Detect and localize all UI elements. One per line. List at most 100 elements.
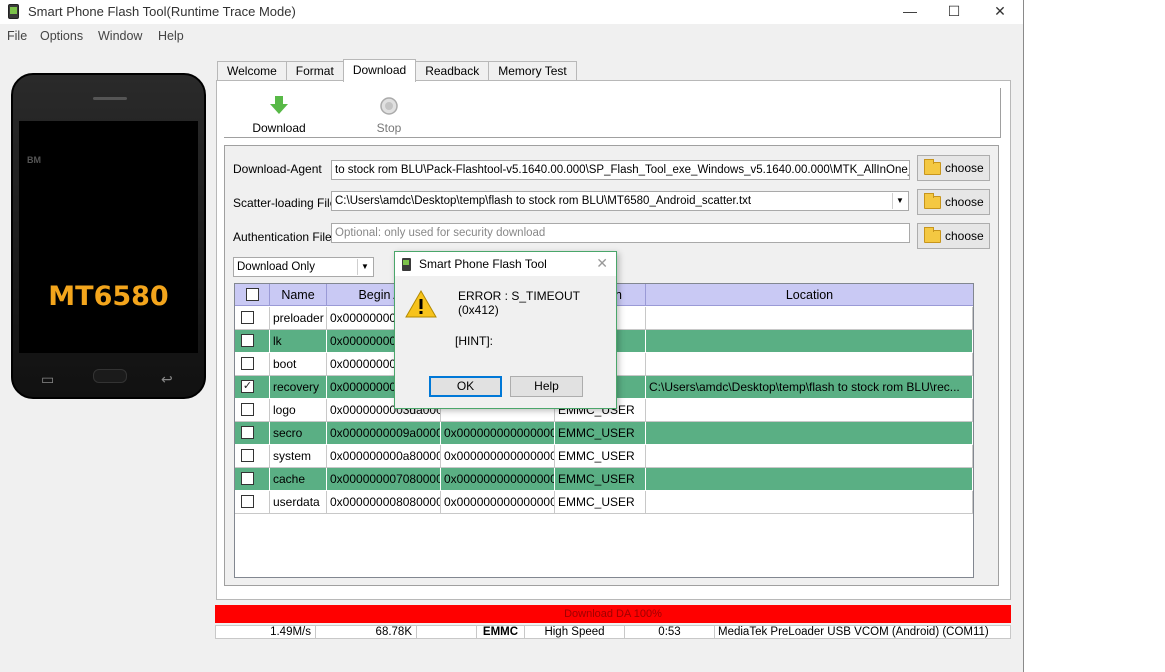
table-row[interactable]: secro 0x0000000009a00000 0x000000000000000… bbox=[235, 422, 973, 445]
status-bar: 1.49M/s 68.78K EMMC High Speed 0:53 Medi… bbox=[215, 625, 1011, 639]
chevron-down-icon[interactable]: ▼ bbox=[357, 259, 372, 275]
begin-address-cell: 0x0000000070800000 bbox=[327, 468, 441, 491]
status-port: MediaTek PreLoader USB VCOM (Android) (C… bbox=[718, 626, 989, 638]
folder-icon bbox=[924, 159, 941, 175]
download-mode-select[interactable]: Download Only ▼ bbox=[233, 257, 374, 277]
back-key-icon: ↩ bbox=[161, 371, 173, 387]
toolbar bbox=[224, 88, 1001, 138]
name-cell: boot bbox=[270, 353, 327, 376]
name-cell: logo bbox=[270, 399, 327, 422]
location-cell bbox=[646, 445, 973, 468]
home-key-icon bbox=[93, 369, 127, 383]
region-cell: EMMC_USER bbox=[555, 468, 646, 491]
title-bar: Smart Phone Flash Tool(Runtime Trace Mod… bbox=[0, 0, 1023, 24]
row-checkbox[interactable] bbox=[241, 495, 254, 508]
app-icon bbox=[402, 258, 411, 271]
download-agent-field[interactable]: to stock rom BLU\Pack-Flashtool-v5.1640.… bbox=[331, 160, 910, 180]
location-cell bbox=[646, 307, 973, 330]
chevron-down-icon[interactable]: ▼ bbox=[892, 193, 907, 209]
tab-format[interactable]: Format bbox=[285, 61, 344, 82]
choose-label: choose bbox=[945, 161, 984, 175]
menu-options[interactable]: Options bbox=[40, 29, 83, 43]
status-spacer bbox=[417, 626, 477, 638]
menu-file[interactable]: File bbox=[7, 29, 27, 43]
table-row[interactable]: system 0x000000000a800000 0x00000000000000… bbox=[235, 445, 973, 468]
download-button[interactable]: Download bbox=[250, 95, 308, 135]
end-address-cell: 0x0000000000000000 bbox=[441, 468, 555, 491]
download-arrow-icon bbox=[270, 96, 288, 114]
stop-button[interactable]: Stop bbox=[369, 96, 409, 135]
stop-button-label: Stop bbox=[376, 121, 402, 135]
checkbox-cell bbox=[235, 445, 270, 468]
header-name: Name bbox=[270, 284, 327, 306]
auth-file-label: Authentication File bbox=[233, 230, 332, 244]
row-checkbox[interactable] bbox=[241, 472, 254, 485]
row-checkbox[interactable] bbox=[241, 311, 254, 324]
tab-readback[interactable]: Readback bbox=[415, 61, 490, 82]
dialog-title-bar: Smart Phone Flash Tool ✕ bbox=[395, 252, 616, 276]
row-checkbox[interactable] bbox=[241, 449, 254, 462]
end-address-cell: 0x0000000000000000 bbox=[441, 445, 555, 468]
tab-welcome[interactable]: Welcome bbox=[217, 61, 287, 82]
name-cell: userdata bbox=[270, 491, 327, 514]
select-all-header bbox=[235, 284, 270, 306]
scatter-file-select[interactable]: C:\Users\amdc\Desktop\temp\flash to stoc… bbox=[331, 191, 909, 211]
table-row[interactable]: userdata 0x0000000080800000 0x000000000000… bbox=[235, 491, 973, 514]
tab-bar: Welcome Format Download Readback Memory … bbox=[217, 59, 577, 82]
choose-label: choose bbox=[945, 229, 984, 243]
row-checkbox[interactable]: ✓ bbox=[241, 380, 254, 393]
row-checkbox[interactable] bbox=[241, 357, 254, 370]
minimize-button[interactable]: — bbox=[887, 0, 933, 22]
status-storage: EMMC bbox=[477, 626, 525, 638]
close-button[interactable]: ✕ bbox=[977, 0, 1023, 22]
name-cell: recovery bbox=[270, 376, 327, 399]
name-cell: lk bbox=[270, 330, 327, 353]
tab-memory-test[interactable]: Memory Test bbox=[488, 61, 577, 82]
choose-scatter-button[interactable]: choose bbox=[917, 189, 990, 215]
choose-download-agent-button[interactable]: choose bbox=[917, 155, 990, 181]
progress-label: Download DA 100% bbox=[564, 608, 662, 620]
help-button[interactable]: Help bbox=[510, 376, 583, 397]
name-cell: cache bbox=[270, 468, 327, 491]
phone-screen: BM MT6580 bbox=[19, 121, 198, 353]
row-checkbox[interactable] bbox=[241, 403, 254, 416]
name-cell: secro bbox=[270, 422, 327, 445]
table-row[interactable]: cache 0x0000000070800000 0x000000000000000… bbox=[235, 468, 973, 491]
status-speed: 1.49M/s bbox=[216, 626, 316, 638]
hint-text: [HINT]: bbox=[455, 334, 493, 348]
end-address-cell: 0x0000000000000000 bbox=[441, 491, 555, 514]
select-all-checkbox[interactable] bbox=[246, 288, 259, 301]
checkbox-cell bbox=[235, 307, 270, 330]
warning-icon bbox=[405, 290, 437, 318]
download-agent-label: Download-Agent bbox=[233, 162, 322, 176]
choose-auth-button[interactable]: choose bbox=[917, 223, 990, 249]
checkbox-cell bbox=[235, 422, 270, 445]
menu-key-icon: ▭ bbox=[41, 371, 55, 387]
main-window: Smart Phone Flash Tool(Runtime Trace Mod… bbox=[0, 0, 1024, 672]
row-checkbox[interactable] bbox=[241, 426, 254, 439]
folder-icon bbox=[924, 193, 941, 209]
choose-label: choose bbox=[945, 195, 984, 209]
row-checkbox[interactable] bbox=[241, 334, 254, 347]
close-icon[interactable]: ✕ bbox=[596, 255, 608, 272]
stop-icon bbox=[380, 97, 398, 115]
name-cell: system bbox=[270, 445, 327, 468]
scatter-file-label: Scatter-loading File bbox=[233, 196, 337, 210]
menu-window[interactable]: Window bbox=[98, 29, 142, 43]
menu-help[interactable]: Help bbox=[158, 29, 184, 43]
checkbox-cell bbox=[235, 330, 270, 353]
location-cell bbox=[646, 491, 973, 514]
dialog-title: Smart Phone Flash Tool bbox=[419, 257, 547, 271]
ok-button[interactable]: OK bbox=[429, 376, 502, 397]
status-speed-mode: High Speed bbox=[525, 626, 625, 638]
begin-address-cell: 0x000000000a800000 bbox=[327, 445, 441, 468]
maximize-button[interactable]: ☐ bbox=[931, 0, 977, 22]
region-cell: EMMC_USER bbox=[555, 445, 646, 468]
location-cell bbox=[646, 468, 973, 491]
tab-download[interactable]: Download bbox=[342, 59, 417, 82]
checkbox-cell bbox=[235, 468, 270, 491]
location-cell bbox=[646, 330, 973, 353]
folder-icon bbox=[924, 227, 941, 243]
region-cell: EMMC_USER bbox=[555, 491, 646, 514]
auth-file-field[interactable]: Optional: only used for security downloa… bbox=[331, 223, 910, 243]
